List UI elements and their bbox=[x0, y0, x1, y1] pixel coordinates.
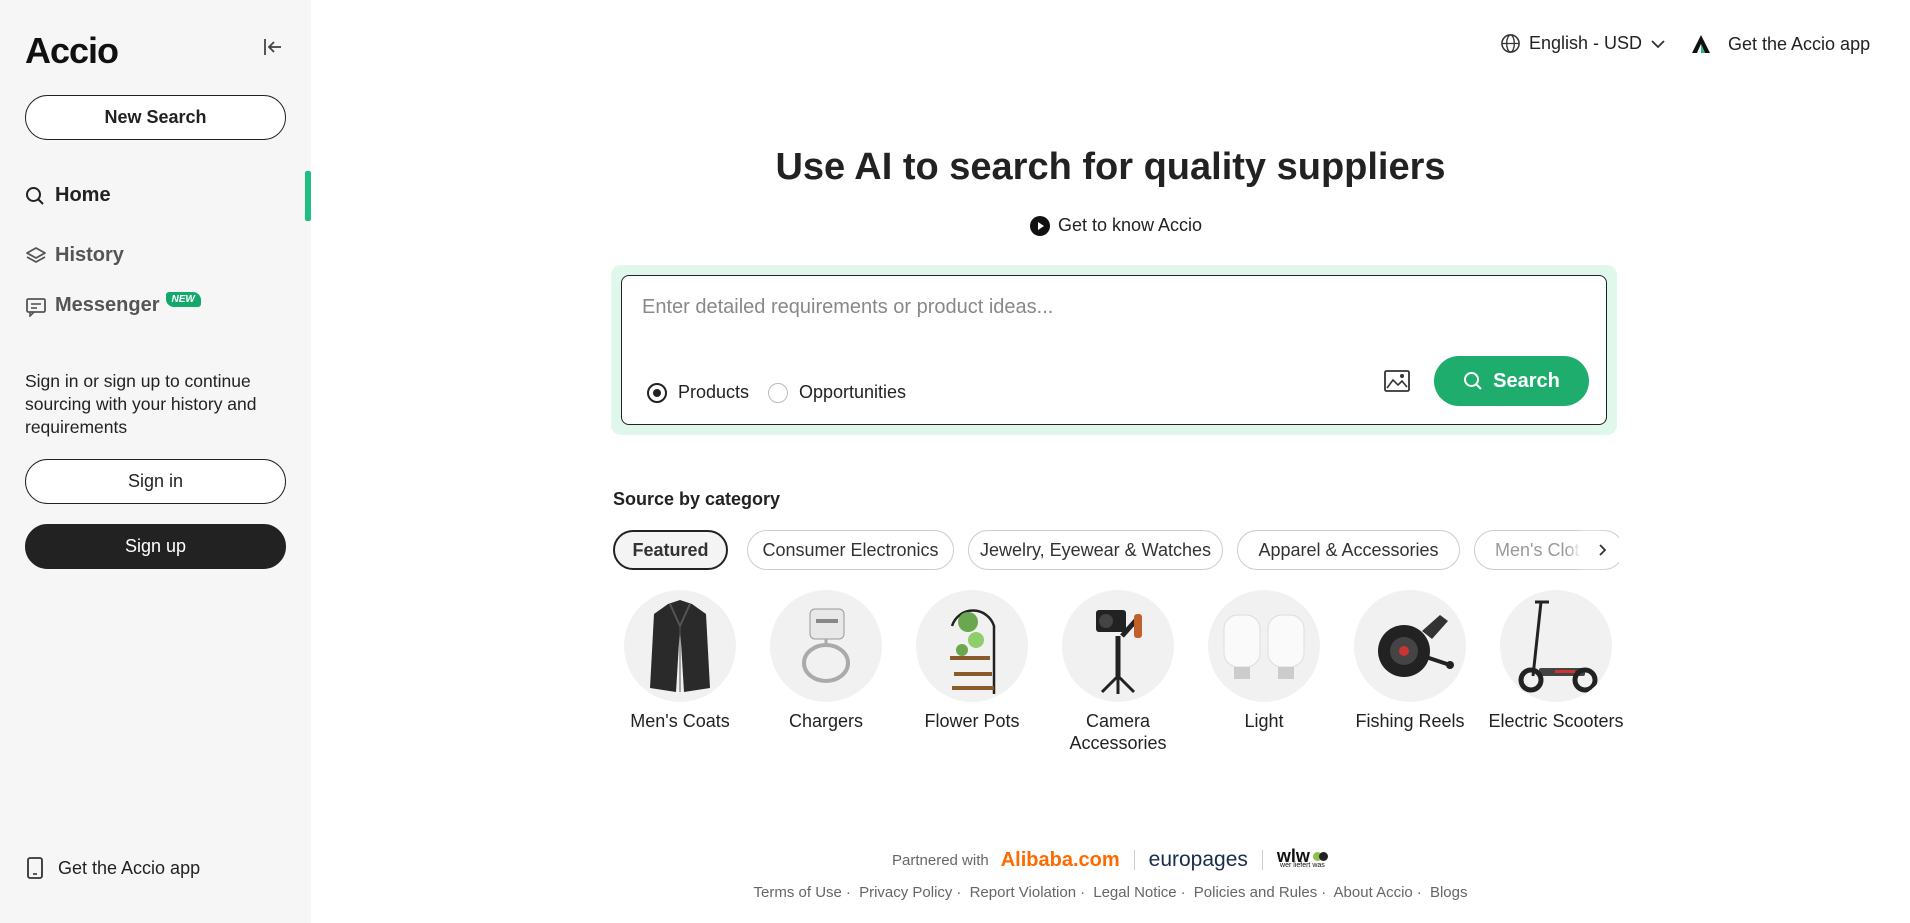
scooter-icon bbox=[1500, 590, 1612, 702]
chip-featured[interactable]: Featured bbox=[613, 530, 728, 570]
partnered-with-label: Partnered with bbox=[892, 851, 989, 869]
product-card[interactable]: Men's Coats bbox=[607, 590, 753, 732]
light-bulb-icon bbox=[1208, 590, 1320, 702]
sign-in-button[interactable]: Sign in bbox=[25, 459, 286, 504]
image-upload-icon[interactable] bbox=[1383, 369, 1411, 393]
camera-gimbal-icon bbox=[1062, 590, 1174, 702]
fishing-reel-icon bbox=[1354, 590, 1466, 702]
language-selector[interactable]: English - USD bbox=[1500, 33, 1666, 54]
radio-opportunities[interactable]: Opportunities bbox=[768, 382, 906, 403]
wlw-tagline: wer liefert was bbox=[1280, 862, 1325, 869]
accio-mark-icon bbox=[1690, 33, 1712, 55]
sidebar-item-label: Messenger bbox=[55, 294, 160, 316]
footer-link-blogs[interactable]: Blogs bbox=[1430, 884, 1468, 901]
signin-prompt: Sign in or sign up to continue sourcing … bbox=[25, 371, 257, 437]
message-icon bbox=[25, 295, 47, 317]
partner-strip: Partnered with Alibaba.com europages wlw… bbox=[892, 846, 1328, 872]
alibaba-logo[interactable]: Alibaba.com bbox=[1001, 849, 1120, 872]
chip-jewelry[interactable]: Jewelry, Eyewear & Watches bbox=[968, 530, 1223, 570]
wlw-wordmark: wlw bbox=[1276, 846, 1310, 866]
search-button[interactable]: Search bbox=[1434, 356, 1589, 406]
sidebar-item-label: Home bbox=[55, 184, 111, 206]
partner-divider bbox=[1261, 850, 1263, 870]
footer-link-policies[interactable]: Policies and Rules bbox=[1194, 884, 1317, 901]
product-card[interactable]: Chargers bbox=[753, 590, 899, 732]
radio-dot-selected bbox=[647, 382, 667, 403]
charger-icon bbox=[770, 590, 882, 702]
wlw-logo[interactable]: wlw wer liefert was bbox=[1276, 846, 1328, 870]
layers-icon bbox=[25, 245, 47, 267]
get-app-link[interactable]: Get the Accio app bbox=[26, 857, 200, 879]
sidebar-item-home[interactable]: Home bbox=[25, 184, 111, 207]
sidebar-item-messenger[interactable]: Messenger NEW bbox=[25, 292, 201, 317]
search-icon bbox=[25, 185, 47, 207]
page-title: Use AI to search for quality suppliers bbox=[775, 146, 1446, 188]
search-panel: Products Opportunities Search bbox=[611, 265, 1617, 435]
get-app-label: Get the Accio app bbox=[1728, 33, 1871, 54]
product-card[interactable]: Electric Scooters bbox=[1483, 590, 1629, 732]
footer-link-legal[interactable]: Legal Notice bbox=[1093, 884, 1176, 901]
phone-icon bbox=[26, 857, 44, 879]
footer-link-about[interactable]: About Accio bbox=[1334, 884, 1413, 901]
footer-links: Terms of Use · Privacy Policy · Report Vio… bbox=[753, 884, 1468, 901]
footer-link-privacy[interactable]: Privacy Policy bbox=[859, 884, 952, 901]
radio-label: Opportunities bbox=[799, 382, 907, 402]
accio-logo[interactable]: Accio bbox=[25, 30, 119, 72]
sidebar: Accio New Search Home History Messenger … bbox=[0, 0, 311, 923]
product-card[interactable]: Camera Accessories bbox=[1045, 590, 1191, 754]
radio-label: Products bbox=[678, 382, 750, 402]
product-card[interactable]: Fishing Reels bbox=[1337, 590, 1483, 732]
product-card[interactable]: Light bbox=[1191, 590, 1337, 732]
get-app-button[interactable]: Get the Accio app bbox=[1690, 33, 1870, 55]
sidebar-item-history[interactable]: History bbox=[25, 244, 124, 267]
category-chips: Featured Consumer Electronics Jewelry, E… bbox=[613, 530, 1619, 570]
get-to-know-link[interactable]: Get to know Accio bbox=[1030, 215, 1202, 236]
language-label: English - USD bbox=[1529, 33, 1643, 53]
product-name: Camera Accessories bbox=[1069, 711, 1167, 753]
globe-icon bbox=[1500, 33, 1521, 54]
chip-apparel[interactable]: Apparel & Accessories bbox=[1237, 530, 1460, 570]
new-search-button[interactable]: New Search bbox=[25, 95, 286, 140]
get-to-know-label: Get to know Accio bbox=[1058, 215, 1203, 235]
chevron-down-icon bbox=[1650, 38, 1666, 50]
wlw-dots-icon bbox=[1312, 851, 1328, 861]
product-name: Light bbox=[1244, 711, 1284, 731]
radio-dot bbox=[768, 382, 788, 403]
sign-up-button[interactable]: Sign up bbox=[25, 524, 286, 569]
footer-link-report[interactable]: Report Violation bbox=[970, 884, 1076, 901]
product-name: Flower Pots bbox=[924, 711, 1020, 731]
search-input[interactable] bbox=[642, 290, 1582, 324]
get-app-label: Get the Accio app bbox=[58, 857, 201, 878]
sidebar-item-label: History bbox=[55, 244, 124, 266]
product-name: Electric Scooters bbox=[1488, 711, 1624, 731]
radio-products[interactable]: Products bbox=[647, 382, 749, 403]
product-card[interactable]: Flower Pots bbox=[899, 590, 1045, 732]
play-icon bbox=[1030, 215, 1050, 236]
search-icon bbox=[1463, 371, 1483, 391]
product-name: Fishing Reels bbox=[1355, 711, 1465, 731]
partner-divider bbox=[1133, 850, 1135, 870]
search-box: Products Opportunities Search bbox=[621, 275, 1607, 425]
search-button-label: Search bbox=[1493, 369, 1560, 392]
collapse-sidebar-icon[interactable] bbox=[262, 36, 284, 58]
chip-consumer-electronics[interactable]: Consumer Electronics bbox=[747, 530, 954, 570]
europages-logo[interactable]: europages bbox=[1149, 848, 1248, 872]
new-badge: NEW bbox=[165, 292, 201, 307]
product-name: Chargers bbox=[788, 711, 864, 731]
category-section-title: Source by category bbox=[613, 489, 781, 509]
product-name: Men's Coats bbox=[630, 711, 730, 731]
flower-pot-icon bbox=[916, 590, 1028, 702]
footer-link-terms[interactable]: Terms of Use bbox=[754, 884, 842, 901]
logo-text: Accio bbox=[25, 30, 119, 71]
chevron-right-icon[interactable] bbox=[1583, 531, 1621, 569]
coat-icon bbox=[624, 590, 736, 702]
